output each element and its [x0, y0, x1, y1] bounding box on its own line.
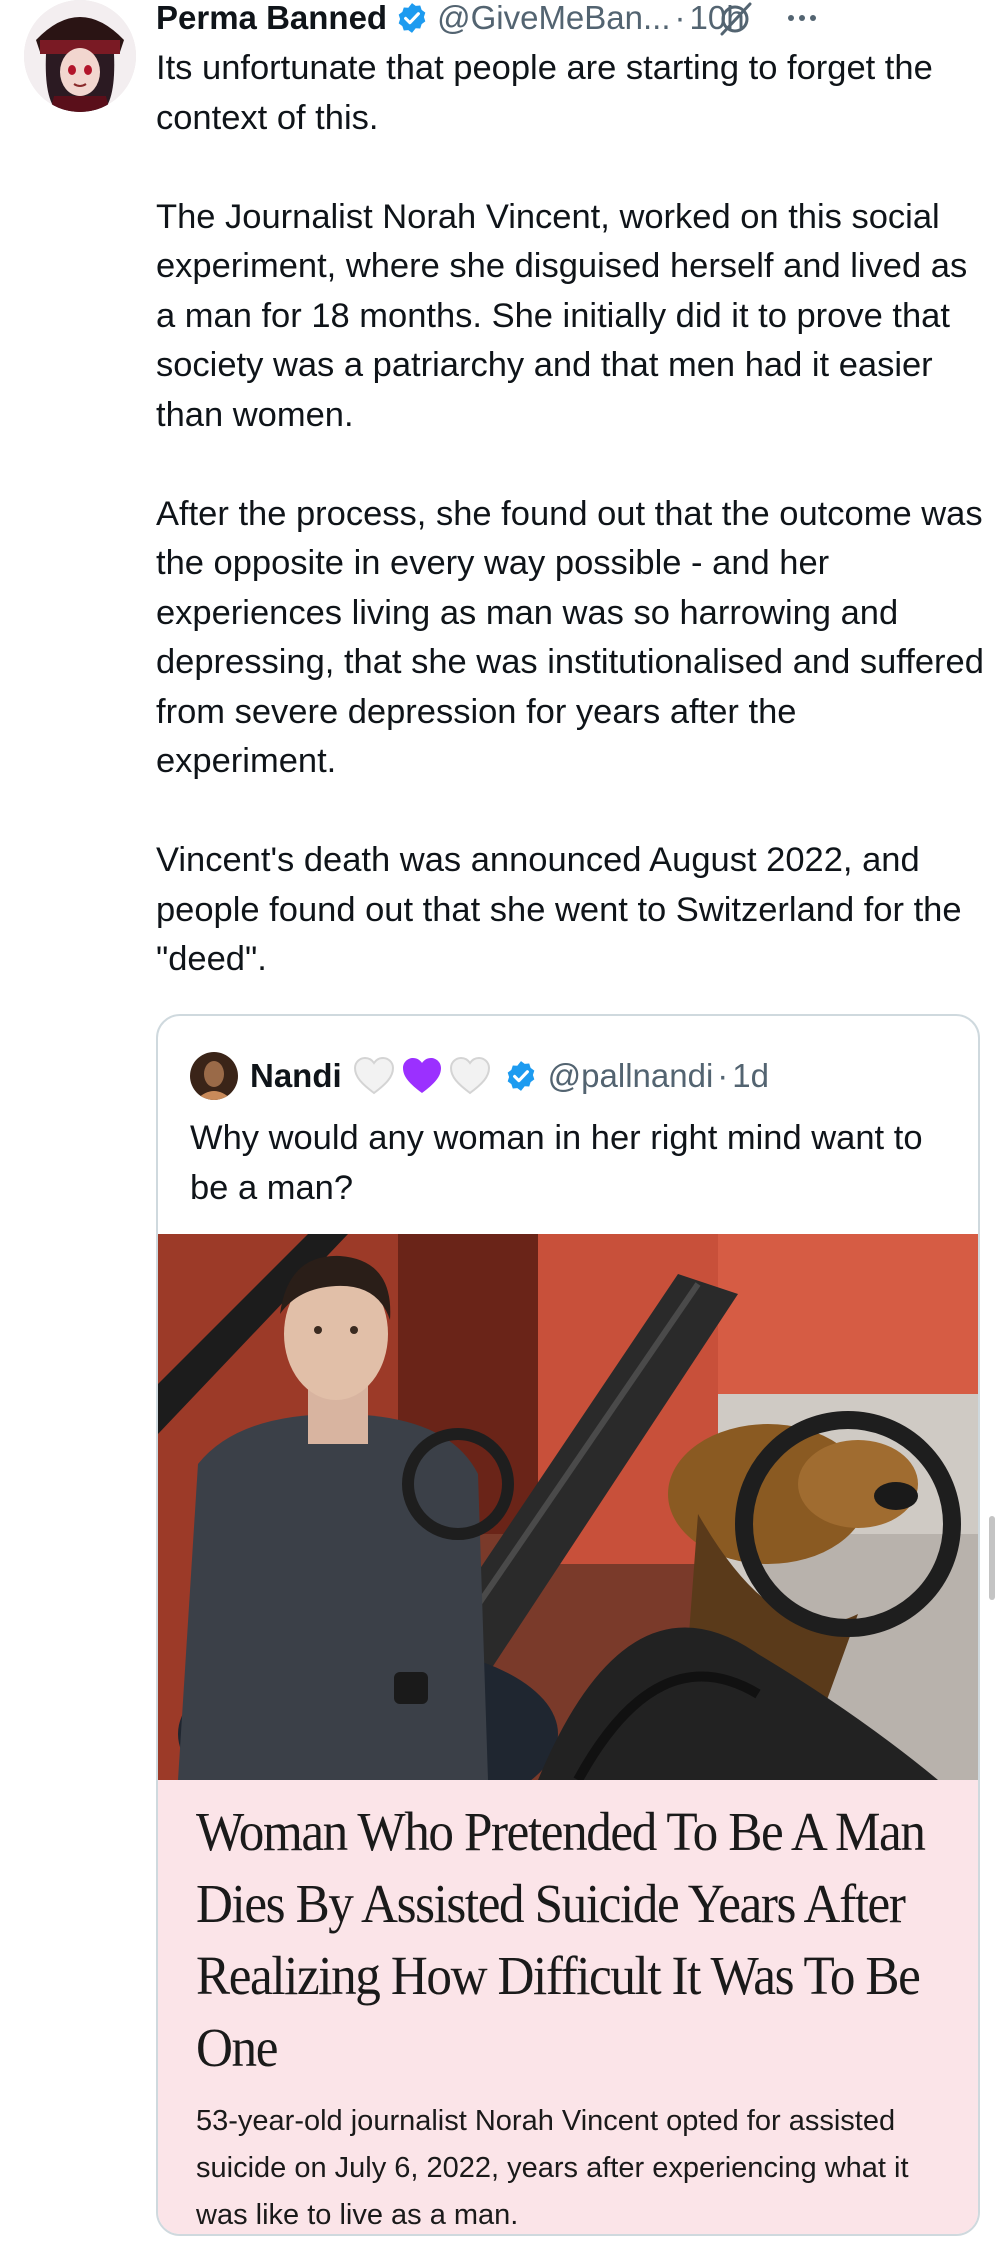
tweet-paragraph: After the process, she found out that th… — [156, 494, 984, 781]
article-photo[interactable] — [158, 1234, 980, 1780]
article-preview[interactable]: Woman Who Pretended To Be A Man Dies By … — [158, 1780, 978, 2234]
quoted-tweet-header: Nandi @pallnandi · 1d — [190, 1052, 769, 1100]
scrollbar-thumb[interactable] — [989, 1516, 995, 1600]
quoted-tweet-timestamp[interactable]: 1d — [732, 1057, 769, 1095]
quoted-author-avatar-image — [190, 1052, 238, 1100]
quoted-tweet-text: Why would any woman in her right mind wa… — [190, 1119, 923, 1207]
tweet-body: Its unfortunate that people are starting… — [156, 44, 986, 985]
more-icon[interactable] — [784, 4, 820, 32]
tweet-paragraph: The Journalist Norah Vincent, worked on … — [156, 197, 968, 434]
header-separator: · — [674, 0, 686, 36]
author-avatar-image — [24, 0, 136, 112]
tweet-paragraph: Its unfortunate that people are starting… — [156, 49, 933, 137]
quoted-author-avatar[interactable] — [190, 1052, 238, 1100]
article-summary: 53-year-old journalist Norah Vincent opt… — [196, 2105, 909, 2231]
tweet-paragraph: Vincent's death was announced August 202… — [156, 841, 962, 978]
tweet-header: Perma Banned @GiveMeBan... · 10h — [156, 0, 986, 36]
verified-badge-icon — [507, 1061, 534, 1091]
verified-badge-icon — [398, 3, 426, 33]
white-heart-icon — [449, 1056, 490, 1095]
white-heart-icon — [353, 1056, 394, 1095]
quoted-author-handle[interactable]: @pallnandi — [548, 1057, 714, 1095]
author-avatar[interactable] — [24, 0, 136, 112]
quoted-author-display-name[interactable]: Nandi — [250, 1057, 342, 1095]
purple-heart-icon — [402, 1058, 441, 1093]
author-display-name[interactable]: Perma Banned — [156, 0, 387, 37]
quoted-header-separator: · — [717, 1057, 729, 1094]
article-headline: Woman Who Pretended To Be A Man Dies By … — [196, 1801, 926, 2078]
grok-icon[interactable] — [716, 0, 756, 36]
author-handle[interactable]: @GiveMeBan... — [437, 0, 670, 37]
quoted-tweet-card[interactable]: Nandi @pallnandi · 1d Why would any woma… — [156, 1014, 980, 2236]
